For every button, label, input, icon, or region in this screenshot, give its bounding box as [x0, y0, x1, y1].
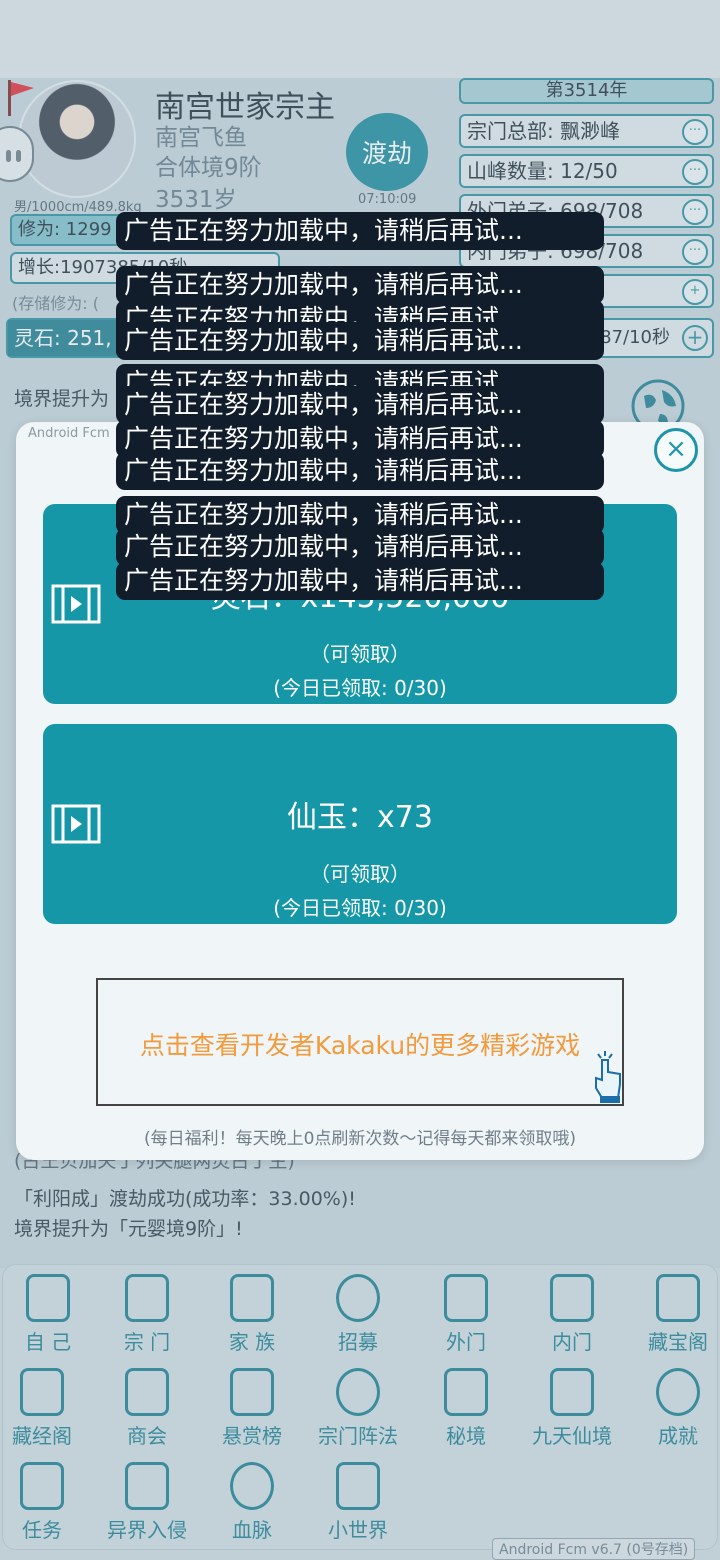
- modal-tag: Android Fcm: [28, 426, 110, 441]
- ad-loading-toast: 广告正在努力加载中，请稍后再试...: [116, 322, 604, 360]
- developer-link-text: 点击查看开发者Kakaku的更多精彩游戏: [139, 1031, 581, 1060]
- reward-count: (今日已领取: 0/30): [273, 896, 447, 920]
- ad-loading-toast: 广告正在努力加载中，请稍后再试...: [116, 562, 604, 600]
- reward-status: （可领取）: [310, 642, 410, 666]
- ad-loading-toast: 广告正在努力加载中，请稍后再试...: [116, 452, 604, 490]
- modal-footer-note: (每日福利！每天晚上0点刷新次数～记得每天都来领取哦): [143, 1129, 577, 1149]
- reward-count: (今日已领取: 0/30): [273, 676, 447, 700]
- reward-status: （可领取）: [310, 862, 410, 886]
- ad-loading-toast: 广告正在努力加载中，请稍后再试...: [116, 386, 604, 424]
- ad-loading-toast: 广告正在努力加载中，请稍后再试...: [116, 212, 604, 250]
- ad-loading-toast: 广告正在努力加载中，请稍后再试...: [116, 528, 604, 566]
- reward-title: 仙玉：x73: [287, 800, 433, 835]
- developer-games-link[interactable]: 点击查看开发者Kakaku的更多精彩游戏: [96, 978, 624, 1106]
- xianyu-reward-button[interactable]: 仙玉：x73 （可领取） (今日已领取: 0/30): [43, 724, 677, 924]
- pointing-hand-icon: [595, 1051, 621, 1103]
- ad-loading-toast: 广告正在努力加载中，请稍后再试...: [116, 266, 604, 304]
- close-icon[interactable]: ×: [654, 428, 698, 472]
